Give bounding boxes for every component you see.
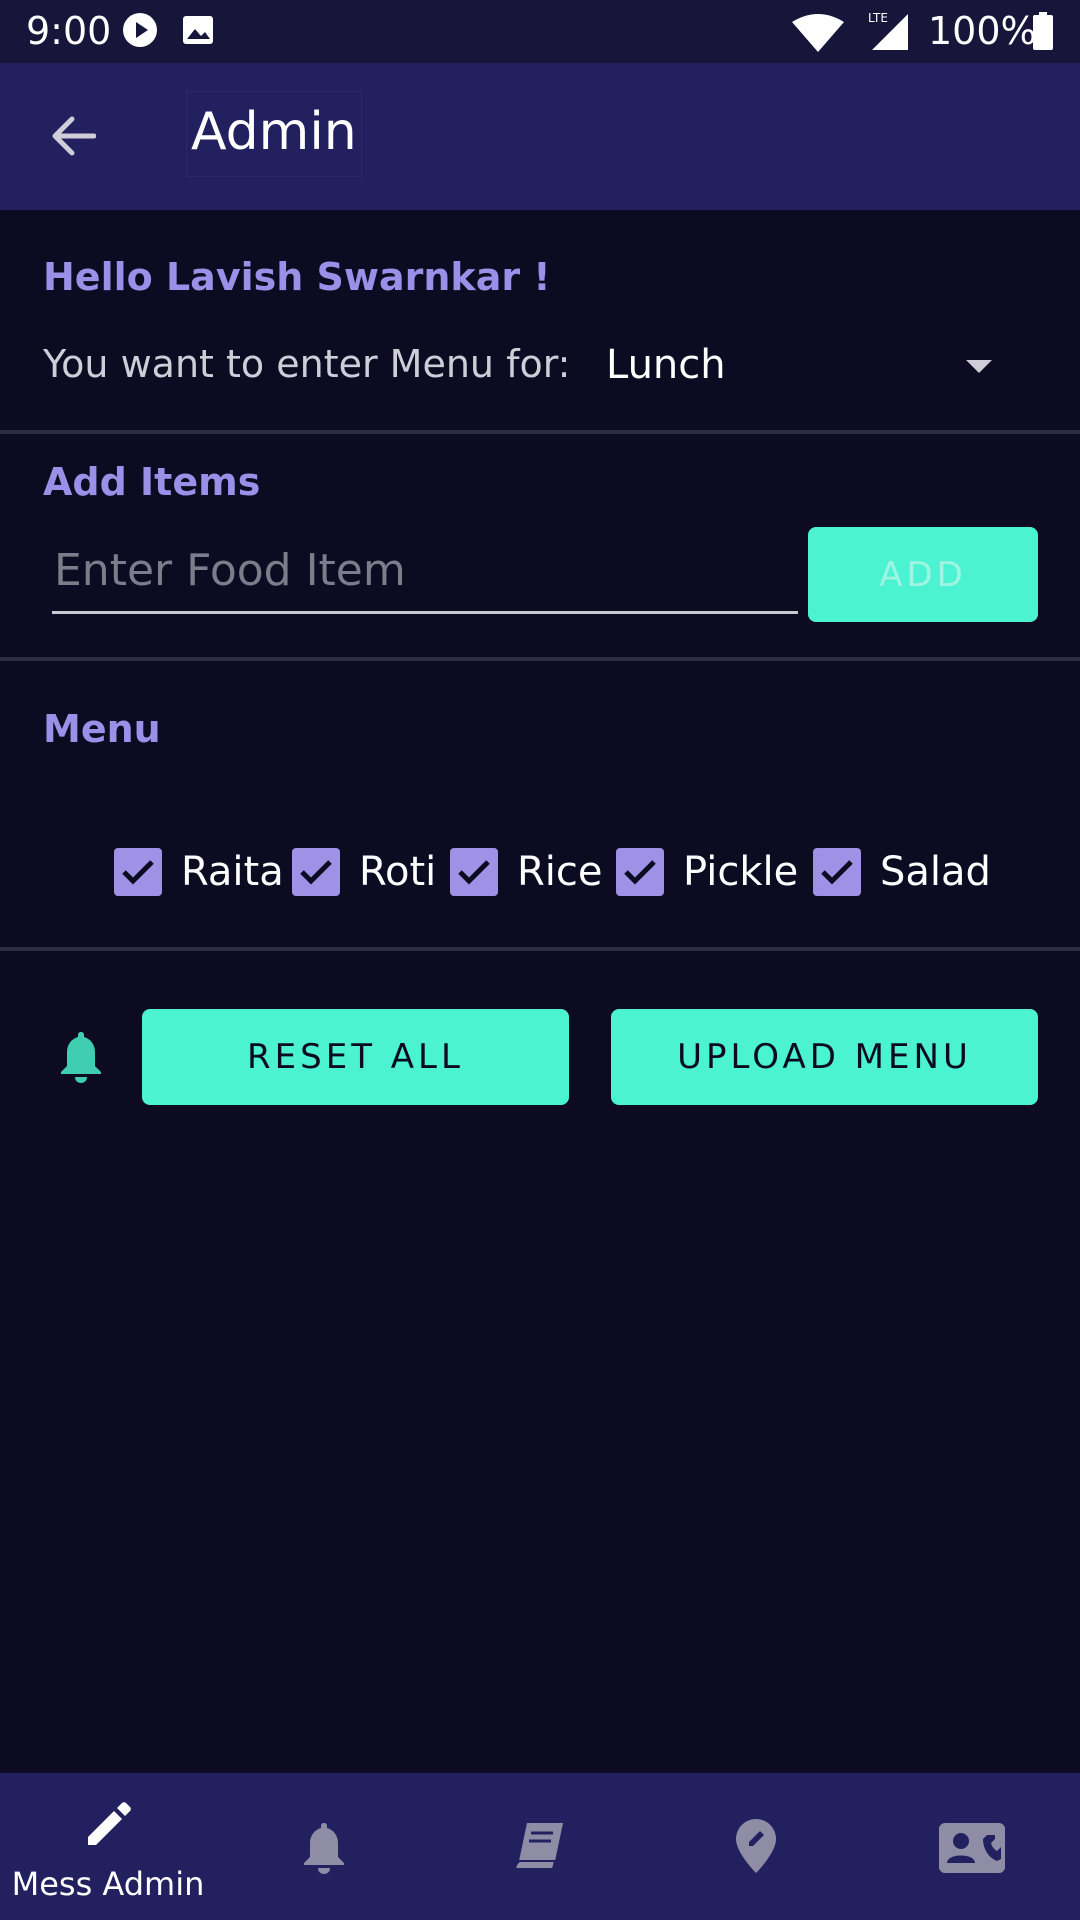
add-items-heading: Add Items [43, 460, 261, 504]
divider [0, 430, 1080, 434]
book-icon [514, 1823, 563, 1870]
checkbox[interactable] [813, 848, 861, 896]
admin-screen: 9:00 LTE 100% Admin Hello Lavish Swarnka… [0, 0, 1080, 1920]
map-pin-icon [736, 1819, 776, 1873]
menu-item-label: Pickle [683, 849, 799, 895]
menu-item-salad[interactable]: Salad [813, 836, 991, 908]
nav-label: Mess Admin [11, 1865, 205, 1903]
nav-item-notifications[interactable] [216, 1773, 432, 1920]
checkbox[interactable] [616, 848, 664, 896]
nav-item-contact[interactable] [864, 1773, 1080, 1920]
menu-heading: Menu [43, 707, 161, 751]
checkmark-icon [821, 860, 853, 885]
add-button[interactable]: ADD [808, 527, 1038, 622]
menu-item-label: Raita [181, 849, 284, 895]
status-time: 9:00 [26, 9, 112, 53]
menu-item-pickle[interactable]: Pickle [616, 836, 798, 908]
checkbox[interactable] [450, 848, 498, 896]
page-title: Admin [186, 91, 362, 177]
menu-item-label: Rice [517, 849, 603, 895]
image-icon [180, 12, 216, 52]
meal-select-value: Lunch [606, 342, 726, 388]
menu-item-label: Salad [880, 849, 991, 895]
notify-bell-icon[interactable] [58, 1030, 104, 1088]
checkmark-icon [122, 860, 154, 885]
back-button[interactable] [36, 99, 110, 173]
play-icon [122, 12, 158, 52]
menu-item-rice[interactable]: Rice [450, 836, 603, 908]
menu-item-roti[interactable]: Roti [292, 836, 436, 908]
status-bar: 9:00 LTE 100% [0, 0, 1080, 63]
nav-item-mess-admin[interactable]: Mess Admin [0, 1773, 216, 1920]
checkmark-icon [300, 860, 332, 885]
meal-select-label: You want to enter Menu for: [43, 342, 571, 386]
nav-item-location[interactable] [648, 1773, 864, 1920]
battery-percent: 100% [928, 9, 1037, 53]
bell-icon [304, 1823, 344, 1874]
checkbox[interactable] [114, 848, 162, 896]
dropdown-caret-icon [966, 360, 992, 373]
lte-signal-icon: LTE [860, 10, 910, 56]
wifi-icon [792, 14, 844, 56]
reset-all-button[interactable]: RESET ALL [142, 1009, 569, 1105]
upload-menu-button[interactable]: UPLOAD MENU [611, 1009, 1038, 1105]
checkbox[interactable] [292, 848, 340, 896]
divider [0, 657, 1080, 661]
meal-select-dropdown[interactable]: Lunch [598, 332, 1008, 402]
food-item-input[interactable] [52, 530, 798, 614]
nav-item-book[interactable] [432, 1773, 648, 1920]
contact-card-icon [939, 1823, 1005, 1873]
menu-item-label: Roti [359, 849, 437, 895]
svg-text:LTE: LTE [868, 11, 888, 25]
battery-icon [1032, 12, 1054, 54]
checkmark-icon [458, 860, 490, 885]
menu-item-raita[interactable]: Raita [114, 836, 284, 908]
bottom-nav: Mess Admin [0, 1773, 1080, 1920]
arrow-left-icon [52, 116, 96, 156]
app-bar: Admin [0, 63, 1080, 210]
greeting-text: Hello Lavish Swarnkar ! [43, 255, 551, 299]
checkmark-icon [624, 860, 656, 885]
divider [0, 947, 1080, 951]
pencil-icon [88, 1802, 131, 1845]
menu-items-list: Raita Roti Rice Pickle Salad [0, 836, 1080, 908]
